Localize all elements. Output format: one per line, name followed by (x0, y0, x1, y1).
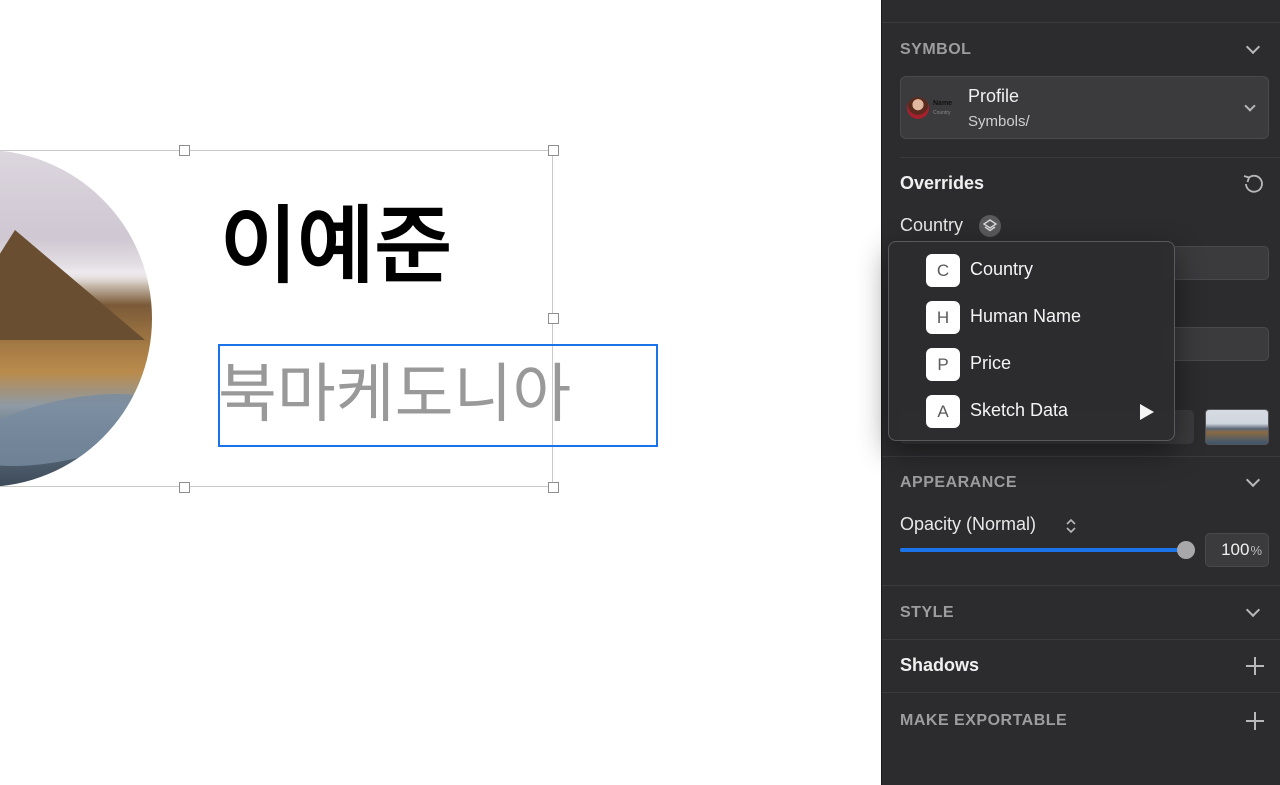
appearance-section-title: APPEARANCE (900, 474, 1018, 491)
divider (900, 157, 1280, 158)
divider (882, 692, 1280, 693)
menu-item-sketch-data[interactable]: A Sketch Data (889, 389, 1174, 433)
design-canvas[interactable]: 이예준 북마케도니아 (0, 0, 881, 785)
shadows-title: Shadows (900, 655, 980, 675)
resize-handle-right[interactable] (548, 313, 559, 324)
divider (882, 456, 1280, 457)
letter-h-icon: H (926, 301, 960, 334)
chevron-down-icon[interactable] (1245, 39, 1261, 55)
country-text-highlight (218, 344, 658, 447)
resize-handle-bottom-right[interactable] (548, 482, 559, 493)
make-exportable-title: MAKE EXPORTABLE (900, 712, 1068, 729)
symbol-section-title: SYMBOL (900, 41, 972, 58)
divider (882, 639, 1280, 640)
updown-chevron-icon[interactable] (1065, 516, 1077, 536)
chevron-down-icon[interactable] (1245, 472, 1261, 488)
avatar (907, 97, 929, 119)
override-menu: C Country H Human Name P Price A Sketch … (888, 241, 1175, 441)
letter-a-icon: A (926, 395, 960, 428)
add-export-icon[interactable] (1246, 712, 1264, 730)
letter-p-icon: P (926, 348, 960, 381)
override-field[interactable] (1162, 246, 1269, 280)
style-section-title: STYLE (900, 604, 955, 621)
name-text-layer[interactable]: 이예준 (220, 196, 452, 296)
chevron-down-icon (1244, 100, 1256, 112)
menu-item-human-name[interactable]: H Human Name (889, 295, 1174, 339)
opacity-slider-fill (900, 548, 1186, 552)
submenu-arrow-icon (1140, 404, 1154, 420)
country-override-label: Country (900, 215, 964, 235)
image-override-thumbnail[interactable] (1205, 409, 1269, 445)
opacity-blend-label[interactable]: Opacity (Normal) (900, 514, 1036, 535)
divider (882, 585, 1280, 586)
menu-item-label: Price (970, 353, 1012, 373)
letter-c-icon: C (926, 254, 960, 287)
symbol-picker[interactable]: Name Country Profile Symbols/ (900, 76, 1269, 139)
add-shadow-icon[interactable] (1246, 657, 1264, 675)
divider (882, 22, 1280, 23)
menu-item-label: Human Name (970, 306, 1082, 326)
menu-item-price[interactable]: P Price (889, 342, 1174, 386)
thumbnail-subtitle: Country (933, 110, 951, 116)
menu-item-label: Sketch Data (970, 400, 1069, 420)
menu-item-country[interactable]: C Country (889, 248, 1174, 292)
opacity-slider[interactable] (900, 548, 1186, 552)
opacity-input[interactable]: 100% (1205, 533, 1269, 567)
symbol-path: Symbols/ (968, 113, 1030, 130)
symbol-name: Profile (968, 86, 1020, 106)
symbol-thumbnail: Name Country (907, 95, 961, 123)
resize-handle-top[interactable] (179, 145, 190, 156)
resize-handle-bottom[interactable] (179, 482, 190, 493)
opacity-value: 100 (1221, 540, 1250, 559)
override-field[interactable] (1162, 327, 1269, 361)
thumbnail-title: Name (933, 100, 953, 107)
resize-handle-top-right[interactable] (548, 145, 559, 156)
overrides-title: Overrides (900, 173, 985, 193)
layers-icon[interactable] (979, 215, 1001, 237)
opacity-slider-knob[interactable] (1177, 541, 1195, 559)
chevron-down-icon[interactable] (1245, 602, 1261, 618)
menu-item-label: Country (970, 259, 1034, 279)
opacity-unit: % (1250, 543, 1262, 558)
reset-overrides-icon[interactable] (1241, 172, 1265, 196)
